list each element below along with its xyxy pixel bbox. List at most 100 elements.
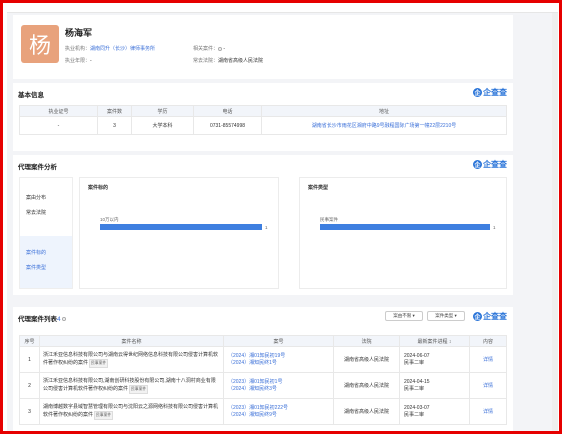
progress-stage: 民事二审 [404,411,425,418]
case-amount-chart-title: 案件标的 [88,185,109,191]
detail-link[interactable]: 详情 [483,357,493,363]
court-cell: 湖南省高级人民法院 [333,372,400,399]
case-count-value: 3 [97,116,132,135]
license-no-value: - [19,116,98,135]
case-analysis-card: 代理案件分析 企 企查查 案由分布 常去法院 案件标的 案件类型 案件标的 10… [13,155,513,295]
table-row: 2 浙江禾亚信息科技有限公司,湖南创研科技股份有限公司,湖南十八洞村商业有限公司侵… [19,372,507,399]
case-number-link[interactable]: （2024）湘知民终3号 [228,386,329,393]
tab-case-amount[interactable]: 案件标的 [26,249,46,256]
header-case-number: 案号 [223,335,334,347]
case-number-link[interactable]: （2024）湘知民终9号 [228,412,329,419]
header-case-name: 案件名称 [39,335,224,347]
case-number-link[interactable]: （2023）湘01知民初222号 [228,405,329,412]
qcc-logo-text: 企查查 [483,88,507,97]
related-value: - [223,46,226,52]
cases-list-card: 代理案件列表4 案由不限 ▾ 案件类型 ▾ 企 企查查 序号 案件名称 案号 法… [13,307,513,431]
qcc-logo-text: 企查查 [483,312,507,321]
detail-cell: 详情 [469,372,507,399]
progress-date: 2024-04-15 [404,378,430,385]
tab-frequent-courts[interactable]: 常去法院 [26,209,46,216]
header-address: 地址 [261,105,507,117]
case-number-link[interactable]: （2024）湘01知民初19号 [228,353,329,360]
cases-table: 序号 案件名称 案号 法院 最新案件进程 ↕ 内容 1 浙江禾亚信息科技有限公司与… [19,335,507,425]
table-row: 3 湖南博越数字县域智慧管理有限公司与沈阳云之源网络科技有限公司侵害计算机软件著作… [19,398,507,425]
case-name-cell: 浙江禾亚信息科技有限公司,湖南创研科技股份有限公司,湖南十八洞村商业有限公司侵害… [39,372,224,399]
cases-count: 4 [57,316,61,323]
detail-link[interactable]: 详情 [483,383,493,389]
qcc-logo-text: 企查查 [483,160,507,169]
progress-cell: 2024-04-15 民事二审 [399,372,470,399]
qcc-logo[interactable]: 企 企查查 [473,311,507,322]
court-cell: 湖南省高级人民法院 [333,346,400,373]
header-case-count: 案件数 [97,105,132,117]
progress-stage: 民事二审 [404,385,425,392]
tab-case-cause[interactable]: 案由分布 [26,194,46,201]
progress-stage: 民事二审 [404,359,425,366]
avatar: 杨 [21,25,59,63]
qcc-logo-icon: 企 [473,160,482,169]
court-cell: 湖南省高级人民法院 [333,398,400,425]
case-amount-value-label: 1 [265,225,268,230]
case-number-cell: （2023）湘01知民初222号 （2024）湘知民终9号 [223,398,334,425]
case-type-badge: 民事案件 [94,410,114,420]
row-index: 2 [19,372,40,399]
header-court: 法院 [333,335,400,347]
years-value: - [90,58,92,64]
case-type-bar[interactable] [320,224,490,230]
progress-cell: 2024-06-07 民事二审 [399,346,470,373]
case-amount-bar[interactable] [100,224,262,230]
basic-info-card: 基本信息 企 企查查 执业证号 案件数 学历 电话 地址 - 3 大学本科 07… [13,83,513,151]
detail-cell: 详情 [469,398,507,425]
related-row: 相关案件： - [193,45,225,52]
case-name-cell: 浙江禾亚信息科技有限公司与湖南云得世纪网络信息科技有限公司侵害计算机软件著作权纠… [39,346,224,373]
qcc-logo-icon: 企 [473,88,482,97]
browser-frame: 杨 杨海军 执业机构：湖南同升（长沙）律师事务所 执业年限：- 相关案件： - … [0,0,562,434]
avatar-char: 杨 [28,33,51,58]
firm-row: 执业机构：湖南同升（长沙）律师事务所 [65,45,155,52]
case-number-link[interactable]: （2024）湘知民终1号 [228,360,329,367]
top-strip [7,7,558,13]
progress-date: 2024-03-07 [404,404,430,411]
info-icon [218,46,223,51]
phone-value: 0731-85574998 [193,116,262,135]
related-label: 相关案件： [193,46,219,52]
detail-link[interactable]: 详情 [483,409,493,415]
case-cause-filter[interactable]: 案由不限 ▾ [385,311,423,321]
case-type-badge: 民事案件 [129,384,149,394]
tab-selected-bg [20,236,72,288]
case-type-value-label: 1 [493,225,496,230]
lawyer-name: 杨海军 [65,28,93,38]
header-latest-progress[interactable]: 最新案件进程 ↕ [399,335,470,347]
court-value: 湖南省高级人民法院 [218,58,264,64]
case-analysis-title: 代理案件分析 [18,164,57,171]
case-type-badge: 民事案件 [89,358,109,368]
analysis-tabs: 案由分布 常去法院 案件标的 案件类型 [19,177,73,289]
header-phone: 电话 [193,105,262,117]
case-amount-category-label: 10万以内 [100,216,119,223]
qcc-logo[interactable]: 企 企查查 [473,159,507,170]
case-number-cell: （2024）湘01知民初19号 （2024）湘知民终1号 [223,346,334,373]
court-row: 常去法院：湖南省高级人民法院 [193,57,263,64]
qcc-logo[interactable]: 企 企查查 [473,87,507,98]
vertical-scrollbar[interactable] [552,13,558,431]
row-index: 1 [19,346,40,373]
case-name-cell: 湖南博越数字县域智慧管理有限公司与沈阳云之源网络科技有限公司侵害计算机软件著作权… [39,398,224,425]
case-name-link[interactable]: 浙江禾亚信息科技有限公司与湖南云得世纪网络信息科技有限公司侵害计算机软件著作权纠… [43,352,218,366]
header-license-no: 执业证号 [19,105,98,117]
header-content: 内容 [469,335,507,347]
case-type-filter[interactable]: 案件类型 ▾ [427,311,465,321]
case-type-category-label: 民事案件 [320,216,338,223]
basic-info-title: 基本信息 [18,92,44,99]
tab-case-type[interactable]: 案件类型 [26,264,46,271]
case-amount-bar-chart: 10万以内 1 [100,216,268,230]
case-type-chart-title: 案件类型 [308,185,329,191]
address-link[interactable]: 湖南省长沙市雨花区湘府中路9号融程国际广场第一幢22层2210号 [261,116,507,135]
detail-cell: 详情 [469,346,507,373]
cases-list-title: 代理案件列表4 [18,313,67,323]
firm-link[interactable]: 湖南同升（长沙）律师事务所 [90,46,155,52]
case-name-link[interactable]: 湖南博越数字县域智慧管理有限公司与沈阳云之源网络科技有限公司侵害计算机软件著作权… [43,404,218,418]
row-index: 3 [19,398,40,425]
basic-info-table: 执业证号 案件数 学历 电话 地址 - 3 大学本科 0731-85574998… [19,105,507,135]
case-number-link[interactable]: （2023）湘01知民初1号 [228,379,329,386]
qcc-logo-icon: 企 [473,312,482,321]
